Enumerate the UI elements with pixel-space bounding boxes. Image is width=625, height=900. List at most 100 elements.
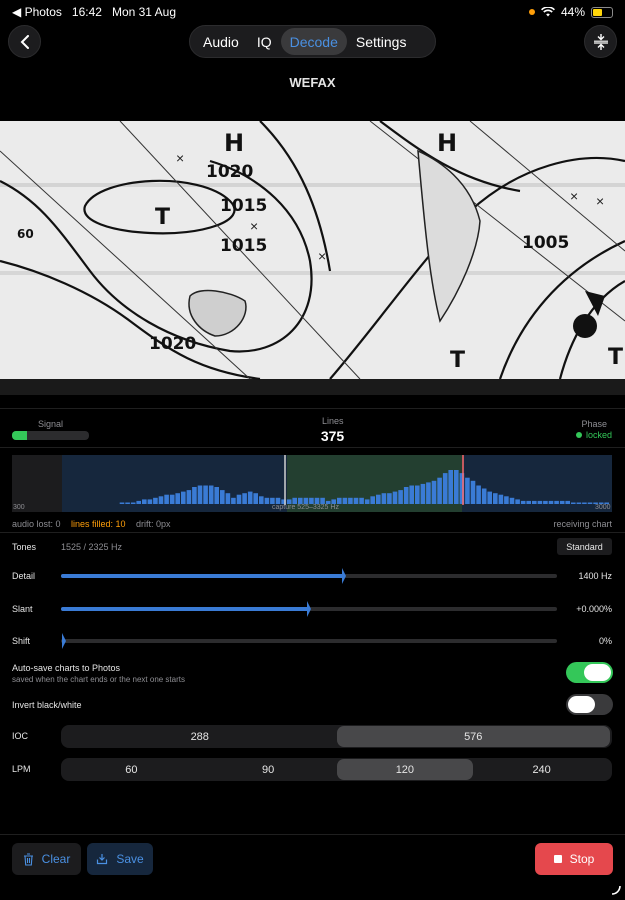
invert-label: Invert black/white — [12, 700, 82, 710]
shift-slider[interactable] — [61, 633, 557, 649]
compress-view-button[interactable] — [584, 25, 617, 58]
spectrum-bar — [571, 502, 576, 504]
spectrum-bar — [136, 500, 141, 504]
spectrum-bar — [587, 502, 593, 504]
svg-text:×: × — [596, 193, 604, 209]
spectrum-bar — [415, 485, 420, 504]
stop-button[interactable]: Stop — [535, 843, 613, 875]
spectrum-bar — [554, 500, 559, 504]
chevron-left-icon — [20, 34, 29, 49]
wefax-chart-image: H H T T T 1020 1015 1015 1020 1005 60 × … — [0, 121, 625, 395]
spectrum-bar — [387, 493, 392, 504]
spectrum-bar — [214, 487, 219, 504]
spectrum-bar — [153, 497, 158, 504]
trash-icon — [23, 852, 33, 866]
map-label-1005: 1005 — [522, 233, 569, 253]
standard-tones-button[interactable]: Standard — [557, 538, 612, 555]
spectrum-bar — [493, 493, 498, 504]
spectrum-bar — [119, 502, 125, 504]
activity-spinner-icon — [611, 885, 621, 895]
spectrum-bar — [181, 491, 186, 504]
phase-dot-icon — [575, 432, 582, 438]
spectrum-bar — [220, 490, 225, 504]
invert-toggle[interactable] — [566, 694, 613, 715]
ioc-label: IOC — [12, 731, 29, 741]
spectrum-bar — [225, 493, 231, 504]
spectrum-bar — [259, 496, 264, 504]
spectrum-bar — [208, 485, 214, 504]
spectrum-bar — [509, 497, 515, 504]
lpm-option-60[interactable]: 60 — [63, 759, 200, 780]
spectrum-bar — [526, 500, 531, 504]
spectrum-axis-caption: capture 525–3325 Hz — [272, 504, 339, 511]
lines-filled-text: lines filled: 10 — [71, 519, 126, 529]
spectrum-bar — [420, 483, 426, 504]
spectrum-bar — [231, 497, 236, 504]
ioc-option-576[interactable]: 576 — [336, 726, 610, 747]
autosave-description: saved when the chart ends or the next on… — [12, 675, 185, 684]
spectrum-bar — [576, 502, 582, 504]
save-button[interactable]: Save — [87, 843, 153, 875]
spectrum-bar — [403, 487, 409, 504]
spectrum-bar — [392, 491, 398, 504]
back-to-app-link[interactable]: ◀ Photos — [12, 5, 62, 19]
tones-label: Tones — [12, 542, 37, 552]
spectrum-bar — [532, 500, 537, 504]
spectrum-bar — [537, 500, 543, 504]
spectrum-bar — [582, 502, 587, 504]
slant-slider-thumb[interactable] — [307, 601, 311, 617]
lpm-option-120[interactable]: 120 — [336, 759, 474, 780]
slant-slider[interactable] — [61, 601, 557, 617]
map-label-t2: T — [450, 348, 465, 373]
spectrum-bar — [520, 500, 526, 504]
spectrum-bar — [348, 497, 353, 504]
map-label-1015b: 1015 — [220, 236, 267, 256]
lpm-option-90[interactable]: 90 — [200, 759, 337, 780]
spectrum-axis-max: 3000 — [595, 504, 611, 511]
spectrum-bar — [169, 494, 175, 504]
spectrum-bar — [142, 499, 147, 504]
spectrum-bar — [543, 500, 548, 504]
spectrum-bar — [476, 485, 481, 504]
tab-audio[interactable]: Audio — [194, 28, 248, 55]
spectrum-bar — [437, 477, 442, 504]
clear-button[interactable]: Clear — [12, 843, 81, 875]
spectrum-bar — [559, 500, 565, 504]
spectrum-bar — [487, 491, 492, 504]
lpm-label: LPM — [12, 764, 31, 774]
spectrum-bar — [398, 490, 403, 504]
spectrum-bar — [454, 470, 459, 504]
autosave-toggle[interactable] — [566, 662, 613, 683]
spectrum-bar — [175, 493, 180, 504]
wifi-icon — [541, 7, 555, 17]
stop-icon — [553, 855, 562, 863]
detail-slider[interactable] — [61, 568, 557, 584]
detail-label: Detail — [12, 571, 36, 581]
mic-indicator-icon — [528, 9, 535, 15]
map-label-h1: H — [224, 129, 244, 157]
svg-text:×: × — [250, 218, 258, 234]
spectrum-bar — [381, 493, 387, 504]
spectrum-bar — [465, 477, 470, 504]
receiver-state: receiving chart — [553, 519, 612, 529]
spectrum-bar — [364, 499, 370, 504]
map-label-t3: T — [608, 345, 623, 370]
spectrum-bar — [481, 488, 487, 504]
ioc-option-288[interactable]: 288 — [63, 726, 337, 747]
shift-slider-thumb[interactable] — [62, 633, 66, 649]
spectrum-bar — [359, 497, 364, 504]
spectrum-bar — [548, 500, 554, 504]
spectrum-bar — [448, 470, 453, 504]
spectrum-bar — [247, 491, 253, 504]
lpm-option-240[interactable]: 240 — [473, 759, 610, 780]
status-bar: ◀ Photos 16:42 Mon 31 Aug 44% — [0, 0, 625, 24]
tab-iq[interactable]: IQ — [248, 28, 281, 55]
detail-slider-thumb[interactable] — [341, 568, 346, 584]
ioc-selector: 288 576 — [61, 725, 612, 748]
back-button[interactable] — [8, 25, 41, 58]
tab-settings[interactable]: Settings — [347, 28, 416, 55]
tones-value: 1525 / 2325 Hz — [61, 542, 123, 552]
map-label-t1: T — [155, 205, 170, 230]
tab-decode[interactable]: Decode — [280, 28, 347, 55]
phase-label: Phase — [581, 419, 607, 429]
